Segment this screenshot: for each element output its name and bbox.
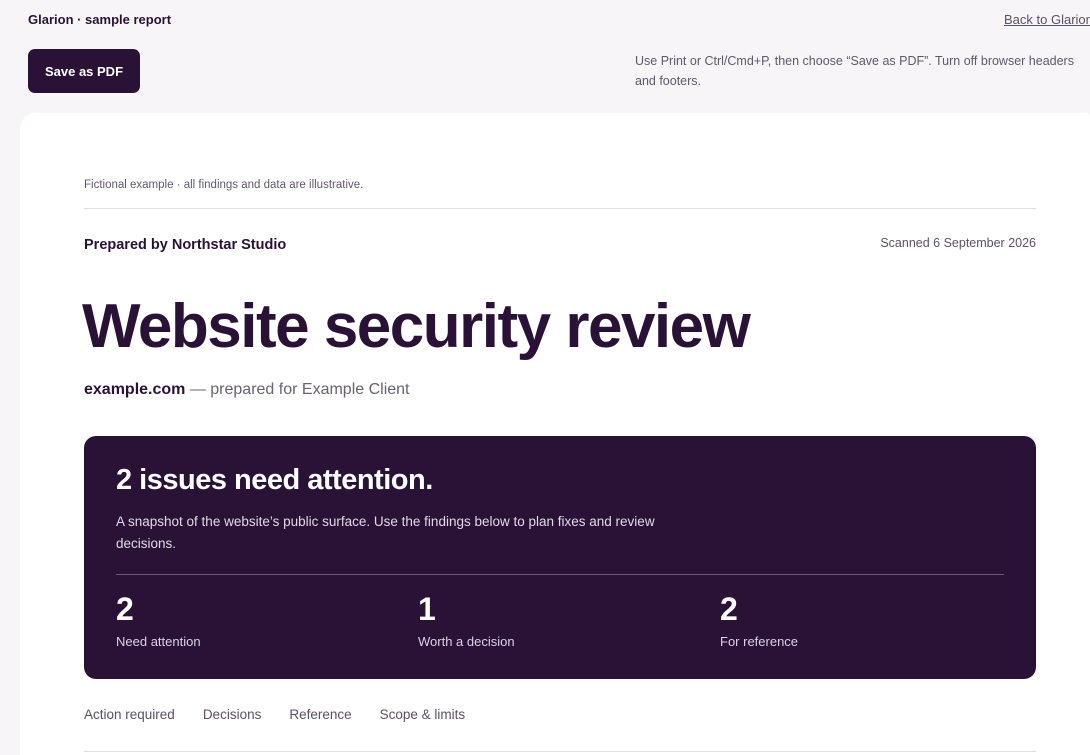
summary-divider (116, 574, 1004, 575)
top-bar: Glarion · sample report Back to Glarion … (0, 0, 1090, 112)
stat-for-reference: 2 For reference (720, 591, 798, 649)
stat-need-attention: 2 Need attention (116, 591, 201, 649)
page-title: Website security review (82, 292, 751, 361)
stat-label: Need attention (116, 634, 201, 649)
back-to-glarion-link[interactable]: Back to Glarion (1004, 12, 1090, 27)
print-hint: Use Print or Ctrl/Cmd+P, then choose “Sa… (635, 54, 1074, 88)
brand-label: Glarion · sample report (28, 12, 172, 27)
summary-panel: 2 issues need attention. A snapshot of t… (84, 436, 1036, 679)
summary-description: A snapshot of the website’s public surfa… (116, 514, 655, 551)
prepared-by: Prepared by Northstar Studio (84, 237, 287, 253)
section-tabs: Action required Decisions Reference Scop… (84, 707, 465, 727)
disclaimer: Fictional example · all findings and dat… (84, 179, 364, 191)
stat-worth-a-decision: 1 Worth a decision (418, 591, 515, 649)
tab-decisions[interactable]: Decisions (203, 707, 262, 727)
stat-value: 1 (418, 591, 436, 627)
report-subtitle: example.com — prepared for Example Clien… (84, 381, 410, 399)
stat-value: 2 (116, 591, 134, 627)
site-domain: example.com (84, 381, 186, 398)
stat-label: For reference (720, 634, 799, 649)
stat-label: Worth a decision (418, 634, 515, 649)
stat-value: 2 (720, 591, 738, 627)
tab-action-required[interactable]: Action required (84, 707, 175, 727)
tab-reference[interactable]: Reference (289, 707, 351, 727)
client-line: — prepared for Example Client (185, 381, 410, 398)
report-card: Fictional example · all findings and dat… (20, 113, 1090, 755)
tab-scope-limits[interactable]: Scope & limits (380, 707, 466, 727)
divider (84, 208, 1036, 209)
scan-date: Scanned 6 September 2026 (880, 236, 1036, 250)
save-as-pdf-button[interactable]: Save as PDF (28, 49, 140, 93)
summary-headline: 2 issues need attention. (116, 464, 433, 496)
tabs-divider (84, 751, 1036, 752)
